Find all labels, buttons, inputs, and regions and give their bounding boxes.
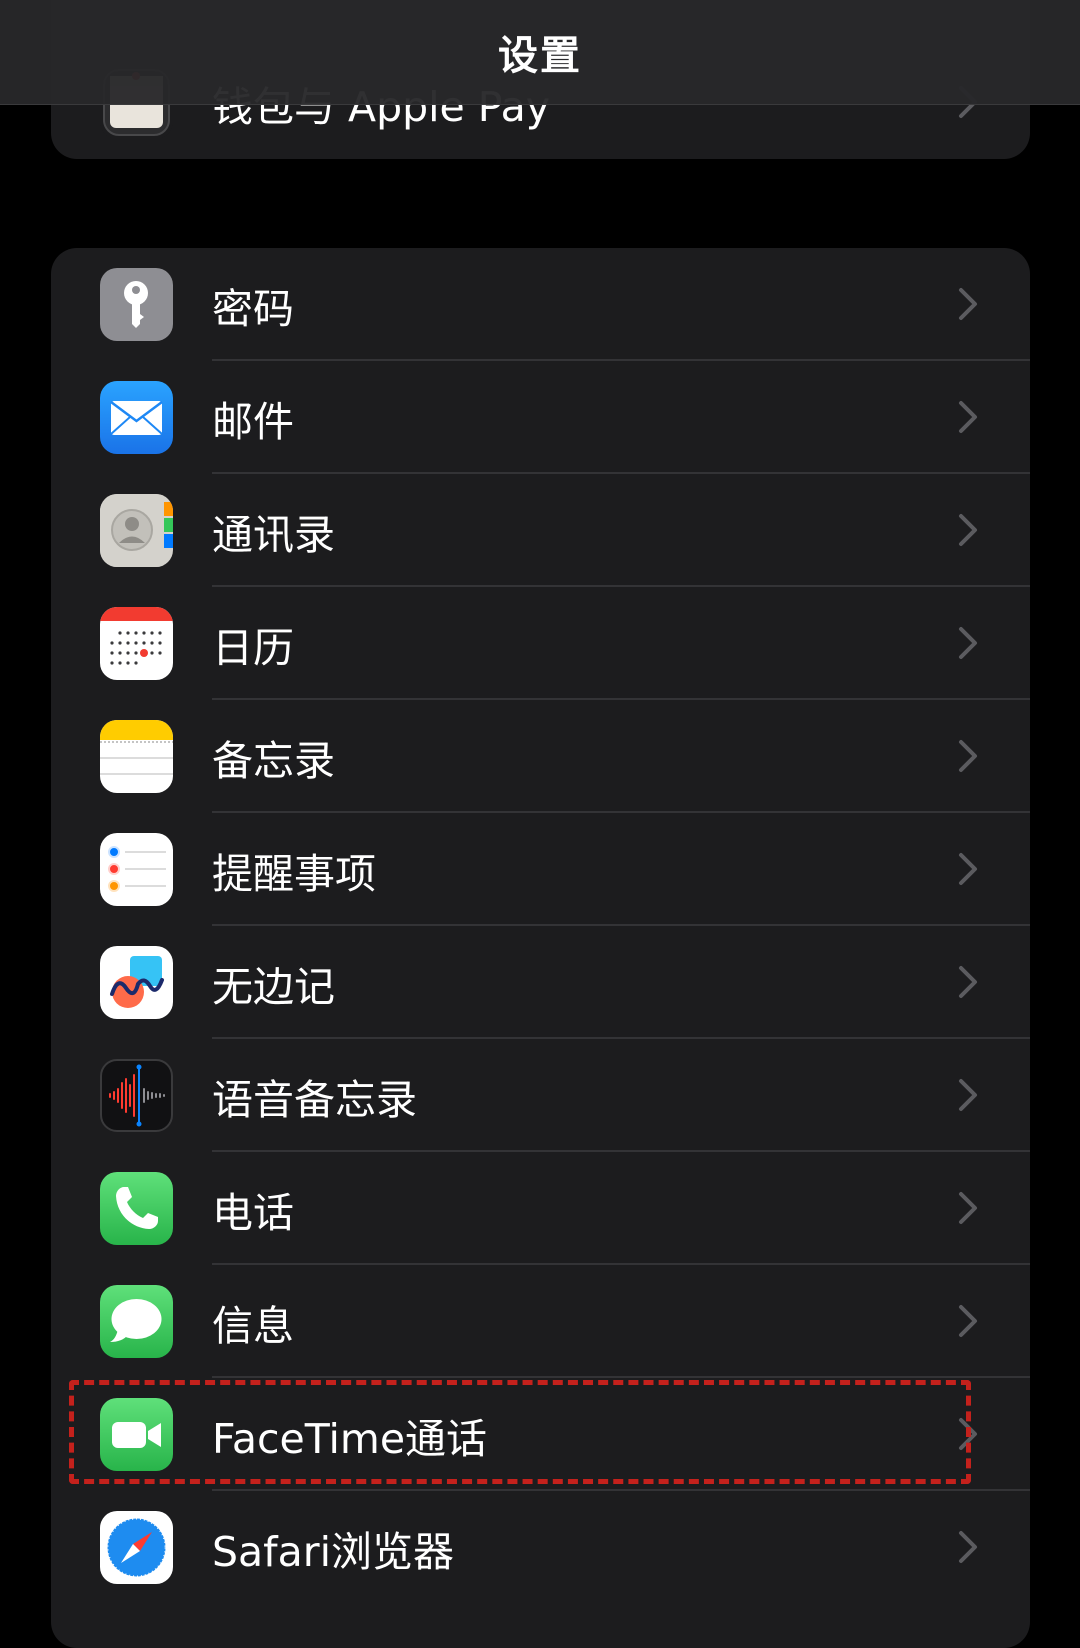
settings-row-label: 邮件 bbox=[212, 397, 294, 446]
settings-row-phone[interactable]: 电话 bbox=[51, 1152, 1030, 1265]
key-icon bbox=[100, 268, 173, 341]
settings-group-apps: 密码 邮件 通讯录 日历 备忘录 提醒事项 无边记 语音备忘录 电话 信息 Fa… bbox=[51, 248, 1030, 1648]
settings-row-contacts[interactable]: 通讯录 bbox=[51, 474, 1030, 587]
settings-row-label: 备忘录 bbox=[212, 736, 335, 785]
chevron-right-icon bbox=[959, 966, 977, 998]
calendar-icon bbox=[100, 607, 173, 680]
settings-row-voice-memos[interactable]: 语音备忘录 bbox=[51, 1039, 1030, 1152]
safari-icon bbox=[100, 1511, 173, 1584]
voice-memos-icon bbox=[100, 1059, 173, 1132]
freeform-icon bbox=[100, 946, 173, 1019]
navigation-bar: 设置 bbox=[0, 0, 1080, 105]
settings-row-label: Safari浏览器 bbox=[212, 1527, 454, 1576]
settings-row-safari[interactable]: Safari浏览器 bbox=[51, 1491, 1030, 1604]
chevron-right-icon bbox=[959, 1305, 977, 1337]
settings-row-label: 信息 bbox=[212, 1301, 294, 1350]
reminders-icon bbox=[100, 833, 173, 906]
settings-row-label: 语音备忘录 bbox=[212, 1075, 417, 1124]
settings-row-label: 电话 bbox=[212, 1188, 294, 1237]
chevron-right-icon bbox=[959, 1418, 977, 1450]
notes-icon bbox=[100, 720, 173, 793]
mail-icon bbox=[100, 381, 173, 454]
chevron-right-icon bbox=[959, 1192, 977, 1224]
settings-row-freeform[interactable]: 无边记 bbox=[51, 926, 1030, 1039]
settings-row-label: 提醒事项 bbox=[212, 849, 376, 898]
chevron-right-icon bbox=[959, 627, 977, 659]
settings-row-facetime[interactable]: FaceTime通话 bbox=[51, 1378, 1030, 1491]
chevron-right-icon bbox=[959, 514, 977, 546]
chevron-right-icon bbox=[959, 288, 977, 320]
chevron-right-icon bbox=[959, 740, 977, 772]
chevron-right-icon bbox=[959, 1079, 977, 1111]
settings-row-calendar[interactable]: 日历 bbox=[51, 587, 1030, 700]
facetime-icon bbox=[100, 1398, 173, 1471]
chevron-right-icon bbox=[959, 853, 977, 885]
settings-row-label: FaceTime通话 bbox=[212, 1414, 488, 1463]
settings-row-label: 日历 bbox=[212, 623, 294, 672]
settings-row-passwords[interactable]: 密码 bbox=[51, 248, 1030, 361]
settings-row-label: 通讯录 bbox=[212, 510, 335, 559]
chevron-right-icon bbox=[959, 1531, 977, 1563]
settings-row-messages[interactable]: 信息 bbox=[51, 1265, 1030, 1378]
page-title: 设置 bbox=[498, 33, 582, 79]
settings-row-mail[interactable]: 邮件 bbox=[51, 361, 1030, 474]
phone-icon bbox=[100, 1172, 173, 1245]
settings-row-label: 密码 bbox=[212, 284, 294, 333]
contacts-icon bbox=[100, 494, 173, 567]
messages-icon bbox=[100, 1285, 173, 1358]
settings-row-label: 无边记 bbox=[212, 962, 335, 1011]
chevron-right-icon bbox=[959, 401, 977, 433]
settings-row-notes[interactable]: 备忘录 bbox=[51, 700, 1030, 813]
settings-row-reminders[interactable]: 提醒事项 bbox=[51, 813, 1030, 926]
